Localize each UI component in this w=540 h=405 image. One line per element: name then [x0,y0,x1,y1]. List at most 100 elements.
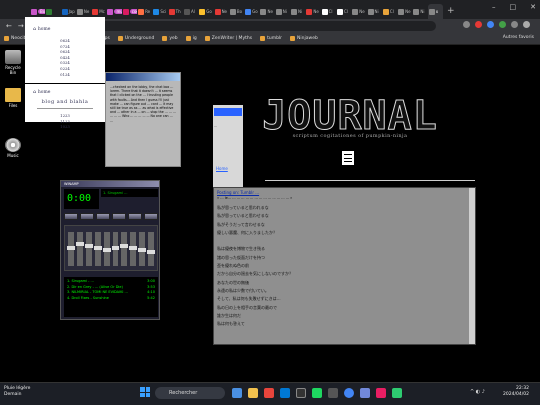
tab-favicon-icon [122,8,129,15]
file-explorer-icon[interactable] [248,388,258,398]
bookmark-item[interactable]: tumblr [260,36,282,41]
archive-link[interactable]: 1023 [25,124,105,130]
browser-tab[interactable]: code [122,4,138,19]
browser-tab[interactable]: Cl [382,4,397,19]
browser-tab[interactable]: Go [198,4,213,19]
browser-tab[interactable]: Ne [305,4,320,19]
post-scrollbar[interactable] [469,188,475,344]
eq-slider[interactable] [120,232,129,266]
tab-label: Sci [160,9,167,14]
task-view-icon[interactable] [232,388,242,398]
eq-slider[interactable] [67,232,75,266]
playlist-item[interactable]: 4. Droll Fixes - Sunshine 5:42 [67,296,155,302]
browser-tab[interactable]: Bo [229,4,244,19]
system-tray[interactable]: ^ ◐ ♪ [470,389,485,395]
desktop-icon-files[interactable]: Files [2,88,24,108]
tab-label: Ni [298,9,303,14]
chrome-icon[interactable] [344,388,354,398]
prev-button[interactable] [64,213,78,220]
app-icon[interactable] [376,388,386,398]
extension-icon[interactable] [475,21,482,28]
minimize-icon[interactable]: – [492,3,496,11]
share-icon[interactable] [463,21,470,28]
sidebar-link[interactable] [214,108,242,116]
desktop-icon-music[interactable]: Music [2,138,24,158]
bookmark-item[interactable]: Underground [117,36,154,41]
browser-tab[interactable]: Ni [412,4,427,19]
bookmark-item[interactable]: Ninjaweb [290,36,318,41]
start-button[interactable] [140,387,150,397]
tab-favicon-icon [138,8,145,15]
browser-tab[interactable]: Ne [351,4,366,19]
browser-tab[interactable]: Th [168,4,183,19]
other-bookmarks[interactable]: Autres favoris [503,35,534,40]
eject-button[interactable] [144,213,158,220]
app-icon[interactable] [328,388,338,398]
bookmark-item[interactable]: ZenWriter | Myths [204,36,252,41]
eq-slider[interactable] [75,232,84,266]
eq-slider[interactable] [138,232,147,266]
browser-tab[interactable]: Cl [336,4,351,19]
browser-tab[interactable]: Ne [397,4,412,19]
post-line: だから自分の過去を気にしないのですか？ [217,271,293,277]
winamp-titlebar[interactable]: WINAMP [61,181,159,187]
eq-slider[interactable] [147,232,156,266]
recycle-bin-icon [5,50,21,64]
desktop-icon-recycle-bin[interactable]: Recycle Bin [2,50,24,75]
back-icon[interactable]: ← [6,22,12,30]
archive-link[interactable]: 0124 [25,72,105,78]
tab-favicon-icon [336,8,343,15]
forward-icon[interactable]: → [18,22,24,30]
eq-slider[interactable] [84,232,93,266]
browser-tab[interactable]: Ne [214,4,229,19]
tab-favicon-icon [321,8,328,15]
app-icon[interactable] [392,388,402,398]
extension-icon[interactable] [487,21,494,28]
maximize-icon[interactable]: □ [510,3,517,11]
browser-tab[interactable]: Go [244,4,259,19]
bookmark-item[interactable]: ig [185,36,197,41]
next-button[interactable] [128,213,142,220]
eq-slider[interactable] [102,232,111,266]
app-icon[interactable] [312,388,322,398]
clock[interactable]: 22:32 2024/04/02 [503,386,529,398]
pause-button[interactable] [96,213,110,220]
home-link[interactable]: Home [216,166,228,171]
browser-tab[interactable]: Re [137,4,152,19]
close-icon[interactable]: ✕ [530,3,536,11]
tab-favicon-icon [260,8,267,15]
window-titlebar[interactable] [106,73,180,81]
home-card: ⌂ home 0624 0724 0624 0424 0324 0224 0124 ⌂ ho… [23,17,107,129]
browser-tab[interactable]: music [106,4,122,19]
eq-slider[interactable] [93,232,102,266]
new-tab-button[interactable]: + [447,4,455,19]
taskbar-search[interactable]: Rechercher [155,387,225,399]
browser-tab[interactable]: Ni [290,4,305,19]
post-line: 私が思っていると思われるな [217,205,269,210]
winamp-player: WINAMP 0:00 1. Sirugami ... 1. Sirugami … [60,180,160,320]
browser-tab[interactable]: Sci [152,4,167,19]
home-link[interactable]: ⌂ home [33,27,105,32]
discord-icon[interactable] [360,388,370,398]
stop-button[interactable] [112,213,126,220]
app-icon[interactable] [296,388,306,398]
app-icon[interactable] [264,388,274,398]
play-button[interactable] [80,213,94,220]
browser-tab[interactable]: Ne [259,4,274,19]
bookmark-item[interactable]: yeb [162,36,178,41]
browser-tab[interactable]: Ni [367,4,382,19]
browser-tab[interactable]: Ni [275,4,290,19]
eq-slider[interactable] [111,232,120,266]
menu-icon[interactable] [523,21,530,28]
tab-label: Re [145,9,151,14]
weather-widget[interactable]: Pluie légère Demain [4,386,30,398]
mail-icon[interactable] [280,388,290,398]
browser-tab[interactable]: x [427,4,444,19]
browser-tab[interactable]: Al [183,4,198,19]
browser-tab[interactable]: Cl [321,4,336,19]
post-line: 歪を優れぬ色の前 [217,263,249,269]
profile-avatar[interactable] [511,21,518,28]
home-link[interactable]: ⌂ home [33,90,105,95]
eq-slider[interactable] [129,232,138,266]
extension-icon[interactable] [499,21,506,28]
